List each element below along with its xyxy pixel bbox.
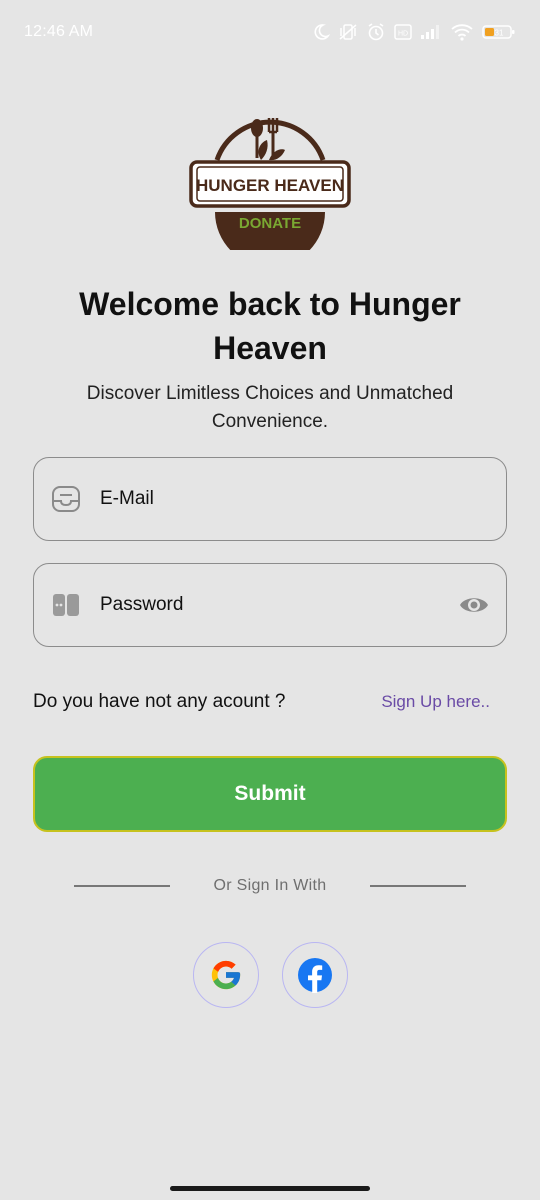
status-bar: 12:46 AM HD 31 (0, 0, 540, 64)
no-account-text: Do you have not any acount ? (33, 691, 286, 712)
battery-level: 31 (495, 29, 504, 38)
hunger-heaven-logo: HUNGER HEAVEN DONATE (189, 118, 351, 250)
app-logo: HUNGER HEAVEN DONATE (0, 100, 540, 250)
divider-line-right (369, 885, 466, 887)
sign-up-link[interactable]: Sign Up here.. (381, 692, 490, 712)
password-field[interactable]: Password (33, 563, 507, 647)
eye-icon[interactable] (458, 590, 490, 625)
facebook-icon (297, 958, 332, 993)
password-icon (50, 589, 82, 621)
page-subtitle: Discover Limitless Choices and Unmatched… (86, 383, 454, 432)
alarm-icon (368, 23, 384, 41)
status-icons: HD 31 (312, 22, 516, 42)
divider-line-left (74, 885, 170, 887)
home-indicator[interactable] (170, 1186, 370, 1191)
status-time: 12:46 AM (24, 23, 94, 40)
email-field[interactable]: E-Mail (33, 457, 507, 541)
or-sign-in-text: Or Sign In With (213, 877, 327, 894)
signal-icon (421, 25, 439, 39)
logo-tag: DONATE (239, 215, 301, 232)
wifi-icon (451, 24, 473, 41)
account-row: Do you have not any acount ? Sign Up her… (33, 688, 490, 716)
password-label: Password (100, 594, 184, 615)
moon-icon (314, 24, 330, 40)
google-icon (211, 960, 240, 990)
vibrate-off-icon (339, 24, 357, 40)
google-sign-in-button[interactable] (192, 942, 259, 1008)
social-login-row (0, 942, 540, 1010)
inbox-icon (50, 483, 82, 515)
svg-text:HD: HD (398, 31, 408, 38)
email-label: E-Mail (100, 488, 154, 509)
page-title: Welcome back to Hunger Heaven (79, 286, 461, 366)
or-divider: Or Sign In With (74, 874, 466, 898)
facebook-sign-in-button[interactable] (281, 942, 348, 1008)
battery-icon: 31 (482, 25, 515, 39)
logo-name: HUNGER HEAVEN (196, 176, 344, 195)
volte-icon: HD (394, 24, 412, 40)
submit-button[interactable]: Submit (33, 756, 507, 832)
